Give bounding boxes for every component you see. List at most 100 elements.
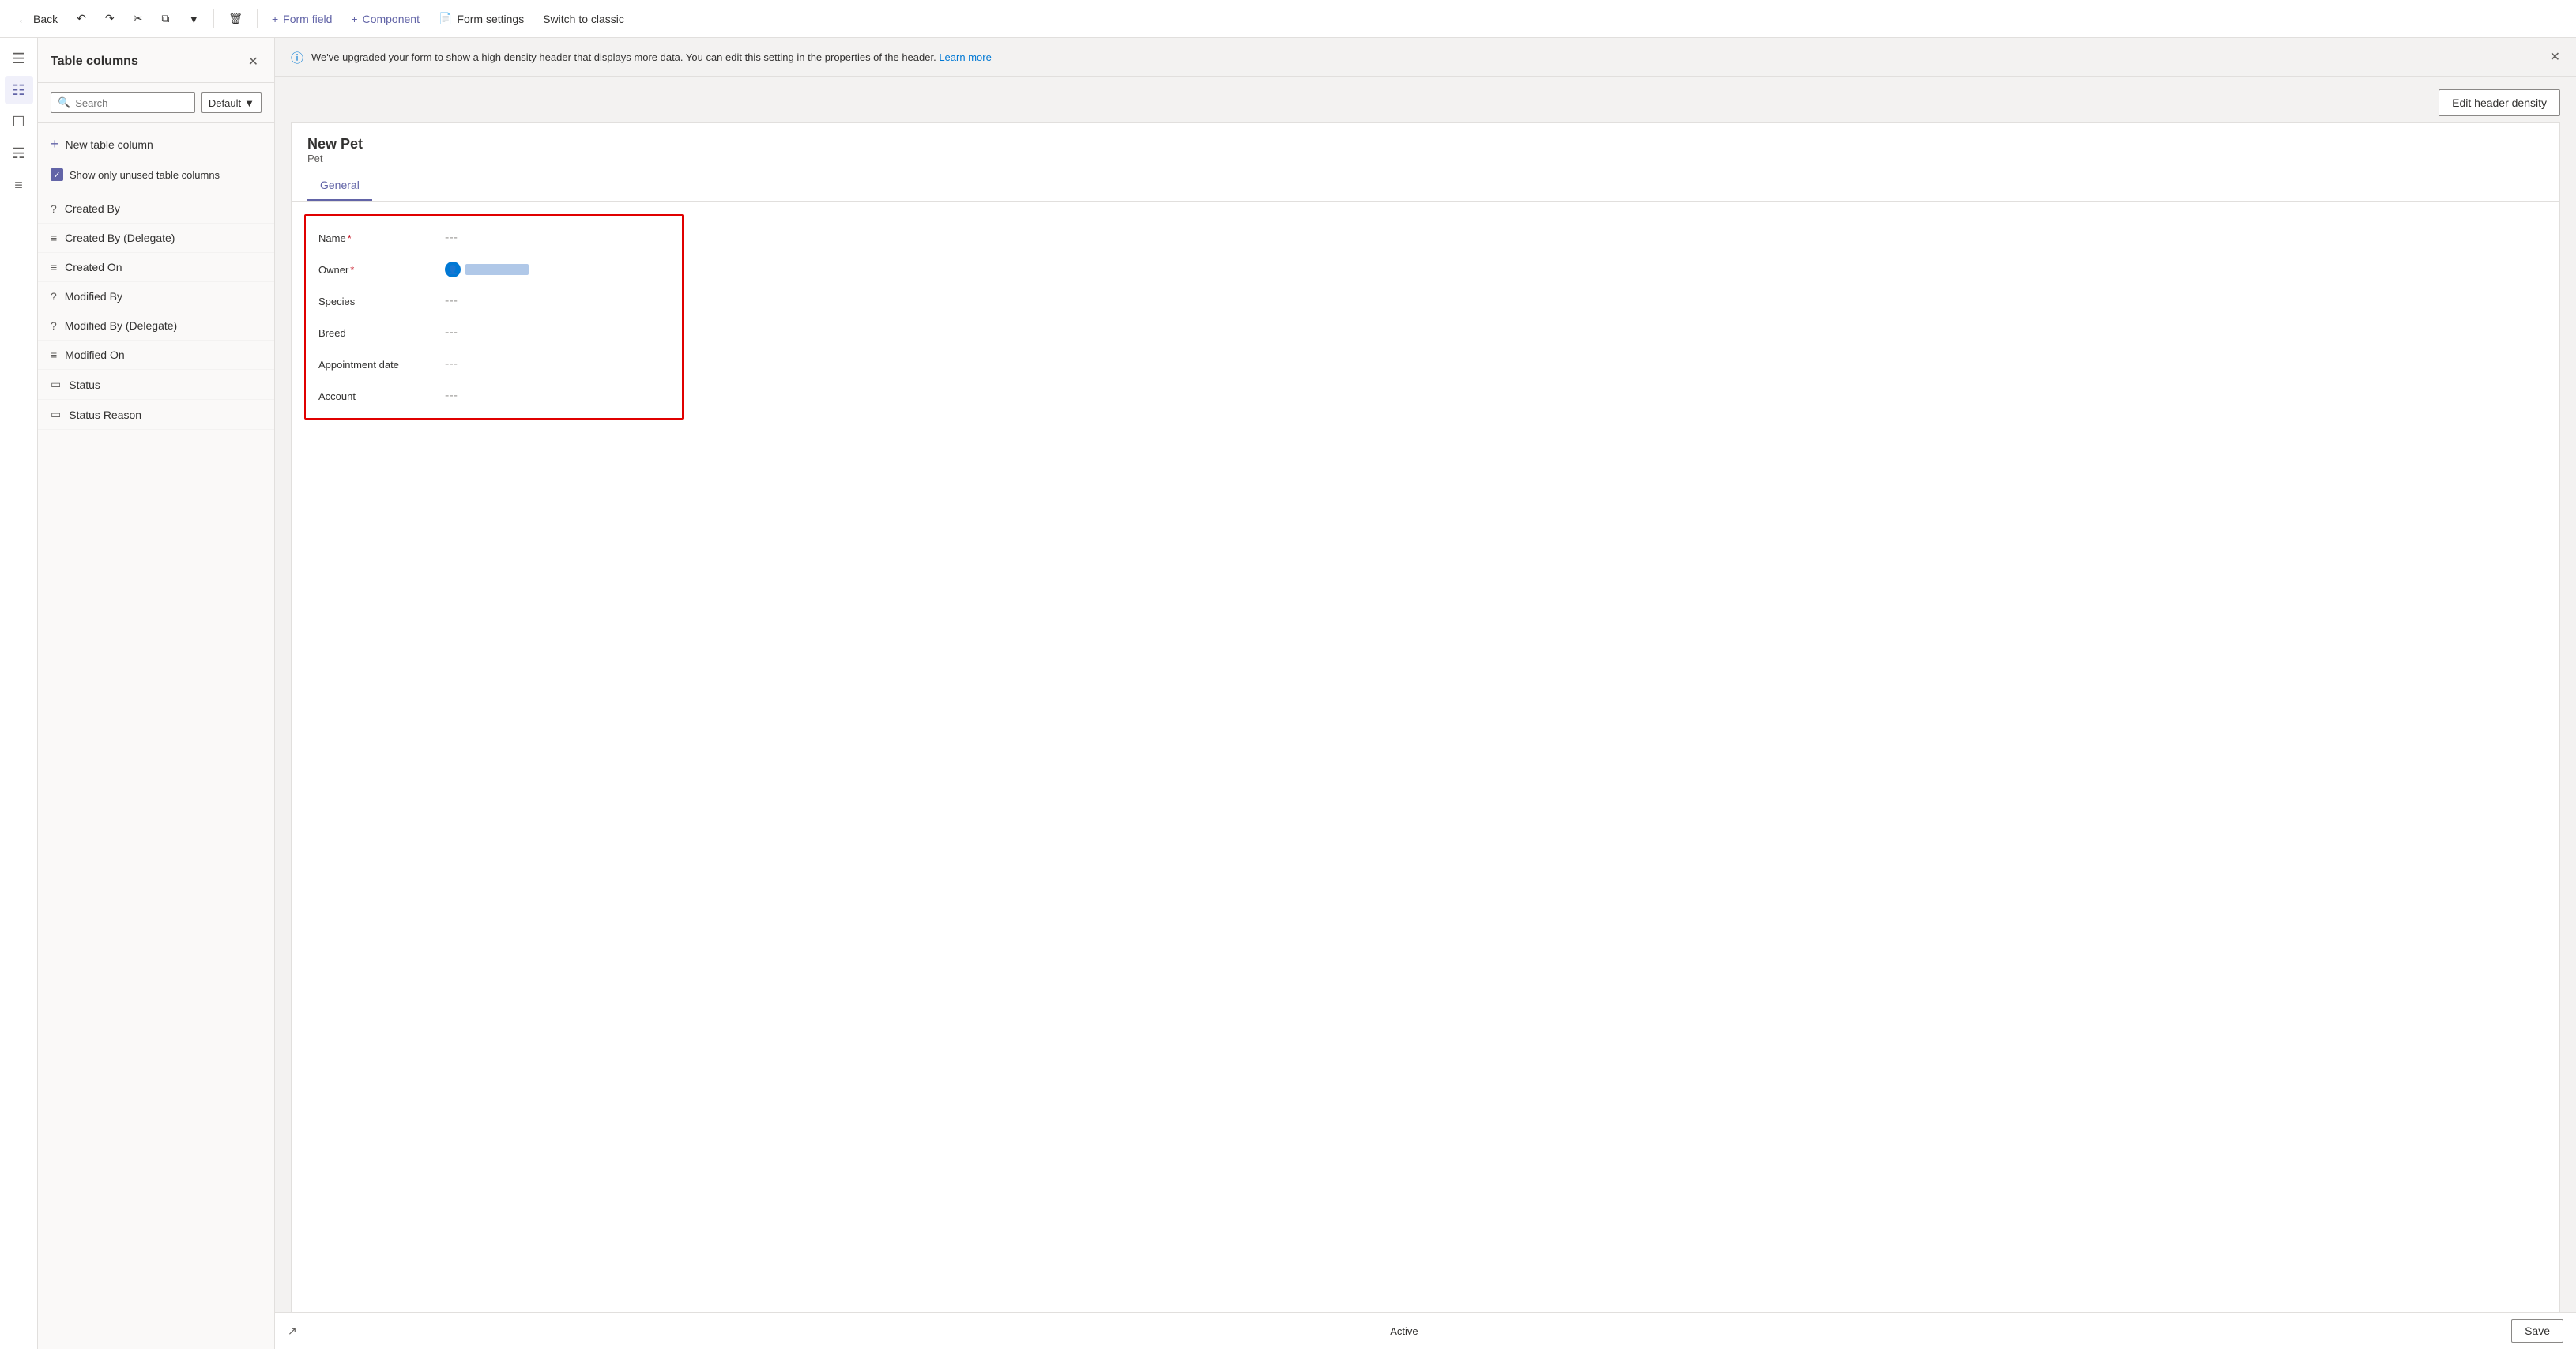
info-icon: ⓘ: [291, 47, 303, 66]
column-icon-created-by-delegate: ≡: [51, 232, 57, 244]
form-field-button[interactable]: + Form field: [264, 8, 340, 30]
component-button[interactable]: + Component: [343, 8, 427, 30]
form-field-row-breed[interactable]: Breed ---: [306, 317, 682, 349]
form-field-row-account[interactable]: Account ---: [306, 380, 682, 412]
form-field-label: Form field: [283, 13, 332, 25]
filter-dropdown[interactable]: Default ▼: [201, 92, 262, 113]
back-label: Back: [33, 13, 58, 25]
panel-close-button[interactable]: ✕: [245, 51, 262, 73]
column-item-created-on[interactable]: ≡ Created On: [38, 253, 274, 282]
column-label-status-reason: Status Reason: [69, 409, 141, 421]
form-field-row-owner[interactable]: Owner* 👤: [306, 254, 682, 285]
edit-header-density-area: Edit header density: [275, 77, 2576, 122]
field-label-owner: Owner*: [318, 264, 445, 276]
filter-label: Default: [209, 97, 241, 109]
undo-icon: ↶: [77, 12, 86, 25]
column-item-modified-by[interactable]: ? Modified By: [38, 282, 274, 311]
undo-button[interactable]: ↶: [69, 7, 94, 30]
field-value-account: ---: [445, 389, 458, 403]
hamburger-menu-icon[interactable]: ☰: [5, 44, 33, 73]
field-value-species: ---: [445, 294, 458, 308]
cut-button[interactable]: ✂: [126, 7, 151, 30]
cut-icon: ✂: [134, 12, 143, 25]
info-banner: ⓘ We've upgraded your form to show a hig…: [275, 38, 2576, 77]
back-button[interactable]: ← Back: [9, 8, 66, 30]
redo-icon: ↷: [105, 12, 115, 25]
copy-icon: ⧉: [161, 12, 169, 25]
search-container: 🔍 Default ▼: [38, 83, 274, 123]
field-label-species: Species: [318, 296, 445, 307]
form-field-row-name[interactable]: Name* ---: [306, 222, 682, 254]
plus-circle-icon: +: [51, 136, 59, 153]
delete-icon: 🗑: [228, 12, 243, 25]
side-icon-rail: ☰ ☷ ☐ ☴ ≡: [0, 38, 38, 1349]
form-field-row-appointment-date[interactable]: Appointment date ---: [306, 349, 682, 380]
form-section-wrapper: Name* --- Owner* 👤 Species --- Breed ---…: [292, 202, 2559, 432]
show-unused-checkbox[interactable]: [51, 168, 63, 181]
field-value-owner: 👤: [445, 262, 529, 277]
form-record-type: Pet: [307, 153, 2544, 164]
owner-value-blur: [465, 264, 529, 275]
tab-general[interactable]: General: [307, 171, 372, 201]
data-icon[interactable]: ≡: [5, 171, 33, 199]
column-icon-status-reason: ▭: [51, 408, 61, 421]
info-banner-text: We've upgraded your form to show a high …: [311, 51, 936, 63]
more-button[interactable]: ▼: [180, 8, 207, 30]
banner-close-button[interactable]: ✕: [2550, 49, 2560, 65]
column-label-modified-on: Modified On: [65, 349, 124, 361]
learn-more-link[interactable]: Learn more: [939, 51, 991, 63]
form-canvas-inner: New Pet Pet General Name* --- Owner* 👤: [291, 122, 2560, 1312]
columns-icon[interactable]: ☷: [5, 76, 33, 104]
bottom-bar: ↗ Active Save: [275, 1312, 2576, 1349]
expand-icon[interactable]: ↗: [288, 1325, 297, 1338]
column-label-status: Status: [69, 379, 100, 391]
chevron-down-icon-2: ▼: [244, 97, 254, 109]
chevron-down-icon: ▼: [188, 13, 199, 25]
column-item-status[interactable]: ▭ Status: [38, 370, 274, 400]
field-value-name: ---: [445, 231, 458, 245]
panel-title: Table columns: [51, 55, 138, 69]
info-text: We've upgraded your form to show a high …: [311, 51, 2542, 63]
column-item-created-by[interactable]: ? Created By: [38, 194, 274, 224]
form-fields: Name* --- Owner* 👤 Species --- Breed ---…: [306, 216, 682, 418]
save-button[interactable]: Save: [2511, 1319, 2563, 1343]
column-icon-modified-by-delegate: ?: [51, 319, 57, 332]
column-icon-modified-on: ≡: [51, 349, 57, 361]
toolbar-divider: [213, 9, 214, 28]
column-label-modified-by: Modified By: [65, 290, 122, 303]
edit-header-density-button[interactable]: Edit header density: [2439, 89, 2560, 116]
plus-icon-2: +: [351, 13, 357, 25]
panel-header: Table columns ✕: [38, 38, 274, 83]
required-marker: *: [350, 264, 354, 276]
column-list: ? Created By ≡ Created By (Delegate) ≡ C…: [38, 194, 274, 1349]
copy-button[interactable]: ⧉: [153, 7, 177, 30]
toolbar: ← Back ↶ ↷ ✂ ⧉ ▼ 🗑 + Form field + Compon…: [0, 0, 2576, 38]
form-settings-icon: 📄: [439, 12, 452, 25]
show-unused-label: Show only unused table columns: [70, 169, 220, 181]
table-columns-panel: Table columns ✕ 🔍 Default ▼ + New table …: [38, 38, 275, 1349]
column-item-status-reason[interactable]: ▭ Status Reason: [38, 400, 274, 430]
column-label-created-on: Created On: [65, 261, 122, 273]
column-item-created-by-delegate[interactable]: ≡ Created By (Delegate): [38, 224, 274, 253]
form-settings-button[interactable]: 📄 Form settings: [431, 7, 532, 30]
form-field-row-species[interactable]: Species ---: [306, 285, 682, 317]
main-layout: ☰ ☷ ☐ ☴ ≡ Table columns ✕ 🔍 Default ▼ + …: [0, 38, 2576, 1349]
redo-button[interactable]: ↷: [97, 7, 122, 30]
new-table-column-button[interactable]: + New table column: [51, 130, 262, 159]
search-input[interactable]: [75, 97, 188, 109]
form-canvas: New Pet Pet General Name* --- Owner* 👤: [275, 122, 2576, 1312]
status-text: Active: [1390, 1325, 1418, 1337]
switch-classic-button[interactable]: Switch to classic: [535, 8, 632, 30]
form-section: Name* --- Owner* 👤 Species --- Breed ---…: [304, 214, 684, 420]
content-area: ⓘ We've upgraded your form to show a hig…: [275, 38, 2576, 1349]
layers-icon[interactable]: ☴: [5, 139, 33, 168]
components-icon[interactable]: ☐: [5, 107, 33, 136]
delete-button[interactable]: 🗑: [220, 7, 250, 30]
required-marker: *: [348, 232, 352, 244]
field-label-breed: Breed: [318, 327, 445, 339]
form-header: New Pet Pet: [292, 123, 2559, 171]
column-item-modified-on[interactable]: ≡ Modified On: [38, 341, 274, 370]
column-item-modified-by-delegate[interactable]: ? Modified By (Delegate): [38, 311, 274, 341]
column-label-created-by-delegate: Created By (Delegate): [65, 232, 175, 244]
resize-handle[interactable]: [2556, 123, 2559, 1312]
